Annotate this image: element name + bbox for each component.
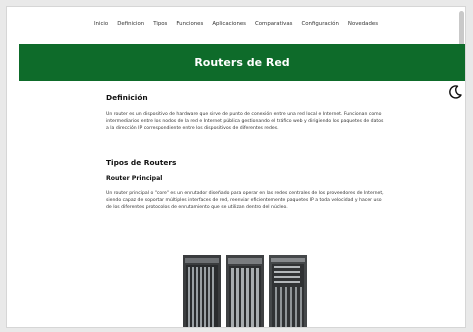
router-rack-photo	[183, 255, 309, 327]
nav-link-definicion[interactable]: Definicion	[117, 21, 144, 27]
nav-link-comparativas[interactable]: Comparativas	[255, 21, 292, 27]
tipos-heading: Tipos de Routers	[106, 157, 177, 167]
moon-icon[interactable]	[447, 84, 463, 100]
nav-link-aplicaciones[interactable]: Aplicaciones	[212, 21, 246, 27]
nav-link-funciones[interactable]: Funciones	[176, 21, 203, 27]
definicion-text: Un router es un dispositivo de hardware …	[106, 112, 384, 132]
router-principal-text: Un router principal o "core" es un enrut…	[106, 190, 384, 211]
moon-icon-graphic	[449, 85, 462, 99]
rack-image-right	[269, 255, 307, 327]
section-tipos: Tipos de Routers Router Principal Un rou…	[106, 158, 386, 212]
top-nav: Inicio Definicion Tipos Funciones Aplica…	[7, 21, 465, 27]
section-definicion: Definición Un router es un dispositivo d…	[106, 93, 386, 133]
definicion-heading: Definición	[106, 93, 148, 102]
main-content: Definición Un router es un dispositivo d…	[106, 93, 386, 211]
page-title: Routers de Red	[194, 56, 290, 69]
browser-viewport: Inicio Definicion Tipos Funciones Aplica…	[6, 6, 466, 328]
nav-link-inicio[interactable]: Inicio	[94, 21, 108, 27]
router-principal-heading: Router Principal	[106, 174, 163, 182]
nav-link-configuracion[interactable]: Configuración	[301, 21, 338, 27]
nav-link-novedades[interactable]: Novedades	[348, 21, 378, 27]
rack-image-middle	[226, 255, 264, 327]
page-header-banner: Routers de Red	[19, 44, 465, 81]
nav-link-tipos[interactable]: Tipos	[153, 21, 167, 27]
rack-image-left	[183, 255, 221, 327]
